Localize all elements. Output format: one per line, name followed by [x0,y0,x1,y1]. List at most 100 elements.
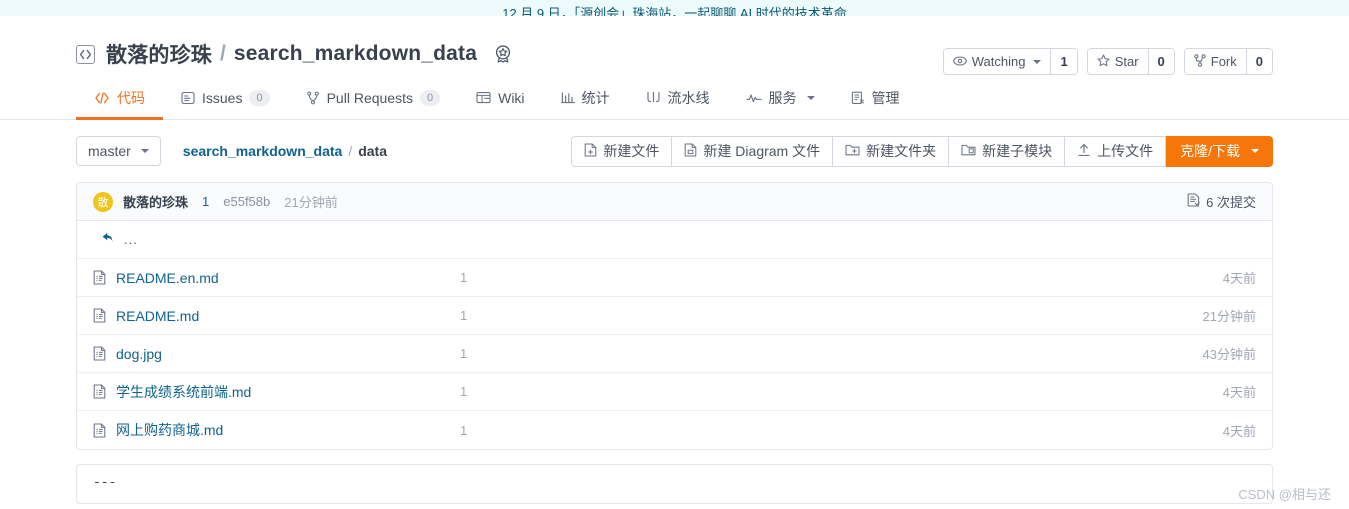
file-action-buttons: 新建文件 新建 Diagram 文件 新建文件夹 新建子模块 上传文件 [571,135,1167,167]
tab-pipeline[interactable]: 流水线 [628,78,728,120]
breadcrumb-root-link[interactable]: search_markdown_data [183,143,343,159]
new-file-button[interactable]: 新建文件 [572,136,672,166]
table-row[interactable]: 学生成绩系统前端.md 1 4天前 [77,373,1272,411]
readme-preview-panel: --- [76,464,1273,504]
markdown-file-icon [93,346,106,361]
new-submodule-button-label: 新建子模块 [982,143,1053,159]
file-name-link[interactable]: README.en.md [116,270,219,286]
tab-issues-label: Issues [202,89,243,106]
new-folder-button-label: 新建文件夹 [866,143,937,159]
file-browser-table: 散 散落的珍珠 1 e55f58b 21分钟前 6 次提交 ... README… [76,182,1273,450]
star-button[interactable]: Star [1087,49,1148,74]
file-name-link[interactable]: README.md [116,308,199,324]
breadcrumb-separator: / [348,143,353,159]
star-button-group[interactable]: Star 0 [1086,48,1175,75]
fork-button[interactable]: Fork [1184,49,1246,74]
file-name-link[interactable]: 网上购药商城.md [116,420,223,440]
tab-services-label: 服务 [768,89,797,106]
fork-button-label: Fork [1210,54,1237,69]
latest-commit-bar: 散 散落的珍珠 1 e55f58b 21分钟前 6 次提交 [77,183,1272,221]
watch-count[interactable]: 1 [1050,49,1077,74]
star-count[interactable]: 0 [1147,49,1174,74]
file-name-link[interactable]: dog.jpg [116,346,162,362]
fork-button-group[interactable]: Fork 0 [1183,48,1273,75]
new-submodule-button[interactable]: 新建子模块 [948,136,1065,166]
branch-selector[interactable]: master [76,136,161,166]
tab-issues[interactable]: Issues 0 [163,78,288,120]
fork-icon [1194,53,1206,70]
tab-wiki[interactable]: Wiki [458,78,542,120]
file-modified-time: 43分钟前 [1202,347,1256,362]
chevron-down-icon [1251,149,1259,153]
chevron-down-icon [1033,59,1042,64]
fork-count[interactable]: 0 [1245,49,1272,74]
clone-download-button[interactable]: 克隆/下载 [1166,135,1273,167]
readme-preview-text: --- [93,475,117,490]
tab-manage[interactable]: 管理 [833,78,918,120]
tab-issues-badge: 0 [249,89,270,106]
code-repo-icon [76,44,95,64]
repo-owner-link[interactable]: 散落的珍珠 [106,39,212,69]
upload-file-button[interactable]: 上传文件 [1064,136,1166,166]
watch-button-group[interactable]: Watching 1 [942,48,1078,75]
wiki-icon [476,91,491,104]
clone-download-button-label: 克隆/下载 [1180,143,1240,159]
file-commit-message[interactable]: 1 [460,384,1160,399]
award-badge-icon[interactable] [493,44,513,64]
parent-directory-row[interactable]: ... [77,221,1272,259]
tab-code-label: 代码 [117,89,145,106]
page-root: 12 月 9 日，「源创会」珠海站，一起聊聊 AI 时代的技术革命 散落的珍珠 … [0,0,1349,509]
breadcrumb-current: data [358,143,388,159]
commit-count-label: 6 次提交 [1206,195,1256,210]
file-commit-message[interactable]: 1 [460,308,1160,323]
table-row[interactable]: 网上购药商城.md 1 4天前 [77,411,1272,449]
markdown-file-icon [93,270,106,285]
file-name-link[interactable]: 学生成绩系统前端.md [116,382,251,402]
service-icon [745,92,762,104]
repo-content: master search_markdown_data / data 新建文件 … [0,120,1349,504]
new-file-icon [584,142,597,160]
file-modified-time: 21分钟前 [1202,309,1256,324]
tab-pipeline-label: 流水线 [667,89,710,106]
repo-nav-tabs: 代码 Issues 0 Pull Requests 0 Wiki 统计 流水线 … [0,78,1349,120]
file-commit-message[interactable]: 1 [460,346,1160,361]
markdown-file-icon [93,384,106,399]
promo-banner[interactable]: 12 月 9 日，「源创会」珠海站，一起聊聊 AI 时代的技术革命 [0,0,1349,16]
tab-manage-label: 管理 [871,89,900,106]
go-up-icon [101,231,116,249]
file-toolbar-actions: 新建文件 新建 Diagram 文件 新建文件夹 新建子模块 上传文件 克隆/下… [571,135,1273,167]
file-modified-time: 4天前 [1222,423,1256,439]
tab-pull-requests[interactable]: Pull Requests 0 [288,78,459,120]
breadcrumb: search_markdown_data / data [183,143,387,159]
commit-sha[interactable]: e55f58b [223,194,270,209]
file-commit-message[interactable]: 1 [460,270,1160,285]
commit-message[interactable]: 1 [202,194,209,209]
issue-icon [181,91,195,105]
commit-author[interactable]: 散落的珍珠 [123,192,188,211]
tab-wiki-label: Wiki [498,89,525,106]
tab-pull-requests-label: Pull Requests [326,89,413,106]
new-file-button-label: 新建文件 [603,143,660,159]
tab-code[interactable]: 代码 [76,78,163,120]
chart-icon [560,91,575,104]
repo-name-link[interactable]: search_markdown_data [234,42,477,66]
new-diagram-file-button-label: 新建 Diagram 文件 [703,143,821,159]
new-folder-icon [845,143,860,159]
table-row[interactable]: README.en.md 1 4天前 [77,259,1272,297]
new-folder-button[interactable]: 新建文件夹 [832,136,949,166]
tab-services[interactable]: 服务 [728,78,833,120]
file-commit-message[interactable]: 1 [460,423,1160,438]
repo-header: 散落的珍珠 / search_markdown_data Watching 1 … [0,16,1349,120]
markdown-file-icon [93,422,106,438]
manage-icon [851,91,865,105]
tab-statistics[interactable]: 统计 [543,78,628,120]
new-submodule-icon [961,143,976,159]
file-modified-time: 4天前 [1222,271,1256,286]
table-row[interactable]: dog.jpg 1 43分钟前 [77,335,1272,373]
avatar[interactable]: 散 [93,191,113,212]
commit-count-link[interactable]: 6 次提交 [1187,192,1256,211]
new-diagram-file-button[interactable]: 新建 Diagram 文件 [671,136,833,166]
markdown-file-icon [93,308,106,323]
watch-button[interactable]: Watching [943,49,1051,74]
table-row[interactable]: README.md 1 21分钟前 [77,297,1272,335]
